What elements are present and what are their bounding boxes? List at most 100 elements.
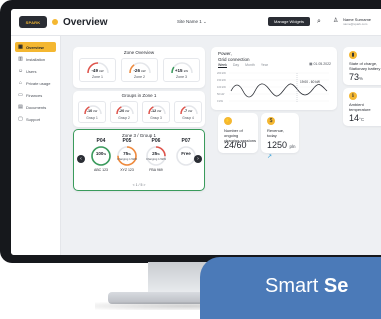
charger-plate: FBA 969 (149, 168, 163, 172)
zone-gauge-row: -49 kW Zone 1 -26 kW Zone 2 +15 kW Zone 3 (79, 58, 200, 82)
sidebar-item-users[interactable]: ☺ Users (15, 66, 56, 76)
temperature-value: 14°C (349, 113, 364, 123)
document-icon: ▤ (18, 103, 23, 110)
sidebar-item-installation[interactable]: ▥ Installation (15, 54, 56, 64)
monitor-frame: SPARK Overview Site Name 1 ⌄ Manage Widg… (0, 0, 381, 263)
sidebar-item-label: Support (26, 116, 41, 122)
group-value-number: -7 (183, 109, 188, 113)
tab-month[interactable]: Month (245, 63, 255, 68)
zone-gauge-2[interactable]: -26 kW Zone 2 (121, 58, 158, 82)
group-value-unit: kW (93, 109, 98, 113)
group-value-number: -10 (86, 109, 93, 113)
site-select[interactable]: Site Name 1 ⌄ (177, 19, 207, 25)
zone-value-number: -49 (91, 68, 98, 73)
banner-text: Smart Se (265, 275, 348, 298)
y-tick-label: 100 kW (217, 85, 226, 89)
user-info: Name Surname name@spark.com (343, 17, 371, 26)
sidebar-item-overview[interactable]: ▦ Overview (15, 42, 56, 52)
revenue-label-line2: today (267, 133, 277, 138)
user-icon: ♙ (333, 18, 339, 24)
power-date: 01.05.2022 (313, 62, 331, 66)
temperature-unit: °C (359, 117, 365, 122)
charger-p05[interactable]: P05 75% Charging 1.5kW XYZ 123 (115, 138, 139, 172)
chevron-right-icon[interactable]: › (194, 155, 202, 163)
charger-p04[interactable]: P04 100% ABC 123 (89, 138, 113, 172)
power-chart: 200 kW 150 kW 100 kW 50 kW 0 kW 19:00 - 60 k… (217, 71, 329, 103)
user-menu[interactable]: ♙ Name Surname name@spark.com (333, 17, 371, 26)
tab-year[interactable]: Year (261, 63, 268, 68)
charger-p07[interactable]: P07 Free (174, 138, 198, 168)
sidebar-item-private-usage[interactable]: ⌂ Private usage (15, 78, 56, 88)
zone-label: Zone 3 (176, 75, 187, 79)
power-line (230, 83, 328, 98)
charger-p06[interactable]: P06 25% Charging 1.5kW FBA 969 (144, 138, 168, 172)
building-icon: ▥ (18, 55, 23, 62)
tab-day[interactable]: Day (233, 63, 239, 68)
groups-card: Groups in Zone 1 -10 kW Group 1 -20 kW Grou… (73, 91, 205, 127)
zone-label: Zone 1 (92, 75, 103, 79)
pager[interactable]: < 1 / 5 > (74, 183, 204, 187)
temperature-card: ℹ Ambient temperature 14°C (343, 88, 381, 126)
users-icon: ☺ (18, 67, 24, 74)
thermometer-icon: ℹ (349, 92, 357, 100)
spark-logo[interactable]: SPARK (19, 16, 47, 28)
grid-icon: ▦ (18, 43, 23, 50)
groups-title: Groups in Zone 1 (121, 93, 157, 98)
zone-gauge-3[interactable]: +15 kW Zone 3 (163, 58, 200, 82)
banner-text-plain: Smart (265, 275, 324, 297)
battery-label: State of charge, Stationary battery (349, 61, 380, 71)
charger-value-unit: % (157, 152, 160, 156)
charger-ring: 100% (90, 145, 112, 167)
charger-ring: 25% Charging 1.5kW (145, 145, 167, 167)
charger-value: Free (175, 151, 197, 156)
chat-icon: ▢ (18, 115, 23, 122)
charger-value: 100% (90, 151, 112, 156)
group-label: Group 3 (150, 116, 162, 120)
y-tick-label: 150 kW (217, 78, 226, 82)
sidebar: ▦ Overview ▥ Installation ☺ Users ⌂ Private usa… (11, 36, 61, 255)
charger-state: Charging 1.5kW (145, 157, 167, 161)
date-picker[interactable]: ▦ 01.05.2022 (309, 62, 331, 66)
charger-value-unit: % (103, 152, 107, 156)
power-title: Power, Grid connection (218, 51, 250, 62)
charger-plate: XYZ 123 (120, 168, 134, 172)
search-icon[interactable]: ⌕ (317, 18, 325, 26)
group-label: Group 2 (118, 116, 130, 120)
charger-ring-svg (146, 146, 166, 166)
charger-ring-track (176, 146, 196, 166)
power-card: Power, Grid connection Week Day Month Year … (211, 47, 337, 110)
sidebar-item-label: Documents (26, 104, 47, 110)
group-value: -10 kW (79, 109, 105, 113)
group-label: Group 4 (182, 116, 194, 120)
sidebar-item-finances[interactable]: ▭ Finances (15, 90, 56, 100)
battery-card: ▮ State of charge, Stationary battery 73… (343, 47, 381, 85)
revenue-card: $ Revenue, today 1250 pln ↗ (261, 113, 299, 160)
charger-name: P05 (122, 138, 132, 144)
charger-ring: 75% Charging 1.5kW (116, 145, 138, 167)
group-gauge-3[interactable]: -12 kW Group 3 (142, 101, 170, 123)
manage-widgets-button[interactable]: Manage Widgets (268, 17, 310, 26)
group-gauge-1[interactable]: -10 kW Group 1 (78, 101, 106, 123)
revenue-amount: 1250 (267, 140, 288, 150)
user-email: name@spark.com (343, 22, 368, 26)
y-tick-label: 0 kW (217, 99, 223, 103)
tab-week[interactable]: Week (218, 63, 227, 68)
group-value: -12 kW (143, 109, 169, 113)
chevron-left-icon[interactable]: ‹ (77, 155, 85, 163)
group-gauge-4[interactable]: -7 kW Group 4 (174, 101, 202, 123)
sidebar-item-support[interactable]: ▢ Support (15, 114, 56, 124)
charger-value: 25% (145, 151, 167, 156)
battery-unit: % (359, 76, 364, 81)
group-gauge-2[interactable]: -20 kW Group 2 (110, 101, 138, 123)
charger-ring-fill (91, 146, 111, 166)
dashboard-screen: SPARK Overview Site Name 1 ⌄ Manage Widg… (11, 9, 381, 255)
group-label: Group 1 (86, 116, 98, 120)
sidebar-item-label: Private usage (26, 80, 51, 86)
power-tabs: Week Day Month Year (218, 63, 268, 68)
sidebar-item-label: Finances (26, 92, 43, 98)
revenue-label: Revenue, today (267, 128, 284, 138)
zone-gauge-1[interactable]: -49 kW Zone 1 (79, 58, 116, 82)
group-value: -7 kW (175, 109, 201, 113)
sidebar-item-documents[interactable]: ▤ Documents (15, 102, 56, 112)
revenue-value: 1250 pln ↗ (267, 140, 299, 160)
